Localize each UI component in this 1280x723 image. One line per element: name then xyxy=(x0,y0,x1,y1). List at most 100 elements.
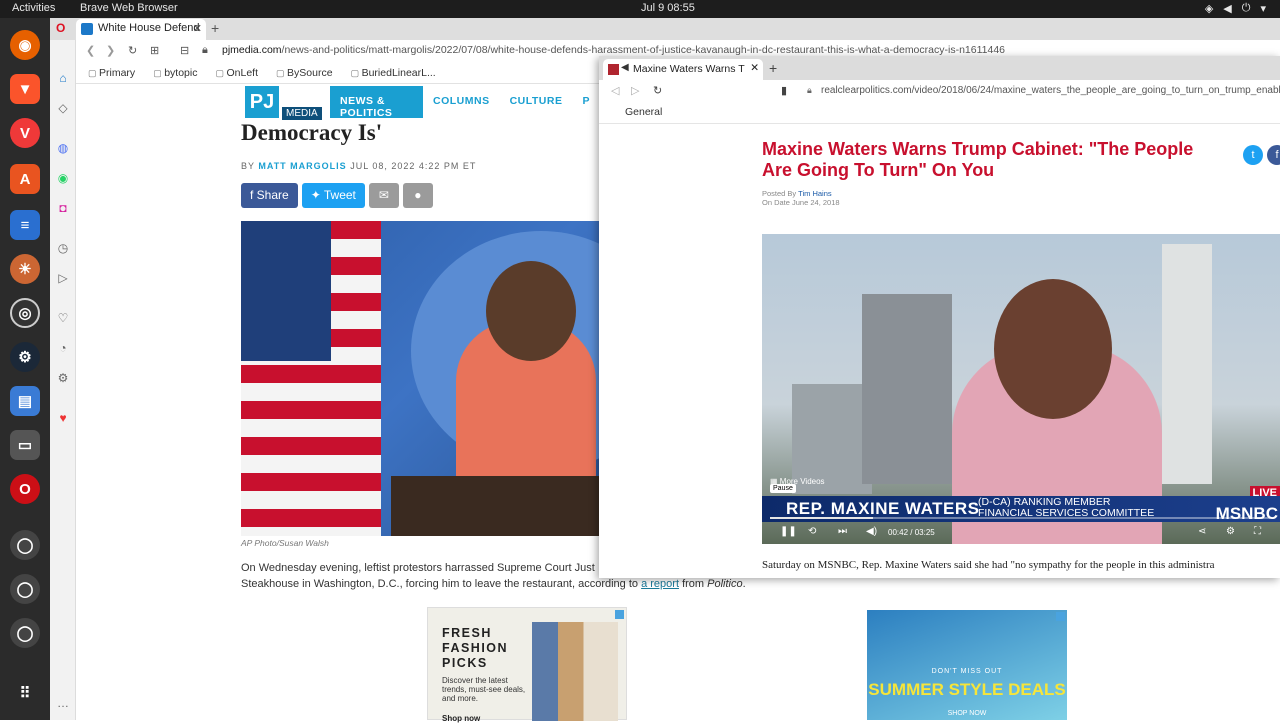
document-icon[interactable]: ≡ xyxy=(10,210,40,240)
posted-by-label: Posted By xyxy=(762,189,797,198)
building xyxy=(862,294,952,484)
fullscreen-icon[interactable]: ⛶ xyxy=(1254,526,1261,537)
posted-by-author[interactable]: Tim Hains xyxy=(798,189,831,198)
steam-icon[interactable]: ⚙ xyxy=(10,342,40,372)
nav-culture[interactable]: CULTURE xyxy=(500,86,573,118)
adchoices-icon[interactable] xyxy=(615,610,624,619)
network-icon[interactable]: ◈ xyxy=(1205,2,1213,15)
show-apps-icon[interactable]: ⠿ xyxy=(10,678,40,708)
opera-menu-icon[interactable]: O xyxy=(56,21,65,35)
video-progress-bar[interactable] xyxy=(770,517,1270,519)
volume-icon[interactable]: ◀) xyxy=(866,526,877,537)
pause-icon[interactable]: ❚❚ xyxy=(780,526,797,537)
reload-icon[interactable]: ↻ xyxy=(653,84,662,97)
volume-icon[interactable]: ◀ xyxy=(1223,2,1231,15)
history-icon[interactable]: ◷ xyxy=(55,240,71,256)
forward-icon[interactable]: ▷ xyxy=(631,84,639,97)
rcp-meta: Posted By Tim Hains On Date June 24, 201… xyxy=(762,189,840,207)
photo-caption: AP Photo/Susan Walsh xyxy=(241,538,329,548)
nav-columns[interactable]: COLUMNS xyxy=(423,86,500,118)
obs-icon[interactable]: ◎ xyxy=(10,298,40,328)
facebook-share-icon[interactable]: f xyxy=(1267,145,1280,165)
email-button[interactable]: ✉ xyxy=(368,183,399,208)
back-icon[interactable]: ❮ xyxy=(86,44,95,57)
next-icon[interactable]: ⏭ xyxy=(838,526,847,537)
author-link[interactable]: MATT MARGOLIS xyxy=(258,161,346,171)
rcp-favicon-icon xyxy=(608,64,619,75)
clock[interactable]: Jul 9 08:55 xyxy=(641,2,695,14)
speed-dial-icon[interactable]: ⊞ xyxy=(150,44,159,57)
paragraph-from: from xyxy=(682,578,705,590)
window-icon[interactable]: ▭ xyxy=(10,430,40,460)
audio-playing-icon[interactable]: ◀ xyxy=(621,62,629,73)
adchoices-icon[interactable] xyxy=(1056,612,1065,621)
brave-icon[interactable]: ▼ xyxy=(10,74,40,104)
nav-news-politics[interactable]: NEWS & POLITICS xyxy=(330,86,423,119)
realclear-browser-window: ◀ Maxine Waters Warns T ✕ + ◁ ▷ ↻ ▮ 🔒︎ r… xyxy=(599,56,1280,578)
more-icon[interactable]: … xyxy=(55,695,71,711)
forward-icon[interactable]: ❯ xyxy=(106,44,115,57)
whatsapp-icon[interactable]: ◉ xyxy=(55,170,71,186)
close-tab-icon[interactable]: ✕ xyxy=(193,22,202,35)
bookmark-primary[interactable]: Primary xyxy=(88,67,135,79)
new-tab-icon[interactable]: + xyxy=(211,20,219,36)
pj-logo[interactable]: PJ xyxy=(245,86,279,118)
menu-chevron-icon[interactable]: ▾ xyxy=(1260,2,1266,15)
summer-deals-ad[interactable]: DON'T MISS OUT SUMMER STYLE DEALS SHOP N… xyxy=(867,610,1067,720)
disk-icon-2[interactable]: ◯ xyxy=(10,574,40,604)
nav-more[interactable]: P xyxy=(572,86,600,118)
replay-10-icon[interactable]: ⟲ xyxy=(808,526,816,537)
chyron-role: (D-CA) RANKING MEMBER FINANCIAL SERVICES … xyxy=(978,496,1155,519)
report-link[interactable]: a report xyxy=(641,578,679,590)
bookmark-folder-general[interactable]: General xyxy=(625,106,662,118)
tab-maxine-waters[interactable]: ◀ Maxine Waters Warns T ✕ xyxy=(603,59,763,80)
url-field[interactable]: pjmedia.com/news-and-politics/matt-margo… xyxy=(222,44,1005,56)
settings-icon[interactable]: ⚙ xyxy=(55,370,71,386)
facebook-share-button[interactable]: f Share xyxy=(241,183,298,208)
heart-icon[interactable]: ♡ xyxy=(55,310,71,326)
bookmark-buriedlinear[interactable]: BuriedLinearL... xyxy=(351,67,436,79)
home-icon[interactable]: ⌂ xyxy=(55,70,71,86)
back-icon[interactable]: ◁ xyxy=(611,84,619,97)
vivaldi-icon[interactable]: V xyxy=(10,118,40,148)
bookmark-icon[interactable]: ◇ xyxy=(55,100,71,116)
bookmark-page-icon[interactable]: ▮ xyxy=(781,84,787,97)
clock-icon[interactable]: ◔ xyxy=(55,340,71,356)
comments-button[interactable]: ● xyxy=(402,183,433,208)
ad2-line3[interactable]: SHOP NOW xyxy=(867,710,1067,717)
fashion-ad[interactable]: FRESH FASHION PICKS Discover the latest tr… xyxy=(427,607,627,723)
workspace-icon[interactable]: ▤ xyxy=(10,386,40,416)
application-dock: ◉ ▼ V A ≡ ☀ ◎ ⚙ ▤ ▭ O ◯ ◯ ◯ ⠿ xyxy=(0,18,50,720)
messenger-icon[interactable]: ◍ xyxy=(55,140,71,156)
system-tray[interactable]: ◈ ◀ ⏻ ▾ xyxy=(1205,2,1266,15)
bookmark-onleft[interactable]: OnLeft xyxy=(215,67,259,79)
new-tab-icon[interactable]: + xyxy=(769,60,777,76)
tips-icon[interactable]: ♥ xyxy=(55,410,71,426)
reload-icon[interactable]: ↻ xyxy=(128,44,137,57)
video-player[interactable]: ▦ More Videos Pause LIVE REP. MAXINE WAT… xyxy=(762,234,1280,544)
url-field[interactable]: realclearpolitics.com/video/2018/06/24/m… xyxy=(821,85,1280,96)
instagram-icon[interactable]: ◘ xyxy=(55,200,71,216)
twitter-share-icon[interactable]: t xyxy=(1243,145,1263,165)
opera-icon[interactable]: O xyxy=(10,474,40,504)
game-icon[interactable]: ☀ xyxy=(10,254,40,284)
share-icon[interactable]: ⋖ xyxy=(1198,526,1206,537)
power-icon[interactable]: ⏻ xyxy=(1242,2,1251,15)
disk-icon-3[interactable]: ◯ xyxy=(10,618,40,648)
software-center-icon[interactable]: A xyxy=(10,164,40,194)
activities-button[interactable]: Activities xyxy=(12,2,55,14)
tab-white-house-defends[interactable]: White House Defend ✕ xyxy=(76,19,206,40)
settings-gear-icon[interactable]: ⚙ xyxy=(1226,526,1235,537)
close-tab-icon[interactable]: ✕ xyxy=(750,62,759,74)
active-app-label[interactable]: Brave Web Browser xyxy=(80,2,178,14)
tweet-button[interactable]: ✦ Tweet xyxy=(301,183,365,208)
bookmark-bytopic[interactable]: bytopic xyxy=(153,67,197,79)
pj-logo-subtitle: MEDIA xyxy=(282,107,322,120)
pj-nav: NEWS & POLITICS COLUMNS CULTURE P xyxy=(330,86,600,119)
play-icon[interactable]: ▷ xyxy=(55,270,71,286)
bookmark-bysource[interactable]: BySource xyxy=(276,67,333,79)
firefox-icon[interactable]: ◉ xyxy=(10,30,40,60)
ad-cta[interactable]: Shop now xyxy=(442,714,480,723)
disk-icon-1[interactable]: ◯ xyxy=(10,530,40,560)
tab-overview-icon[interactable]: ⊟ xyxy=(180,44,189,57)
